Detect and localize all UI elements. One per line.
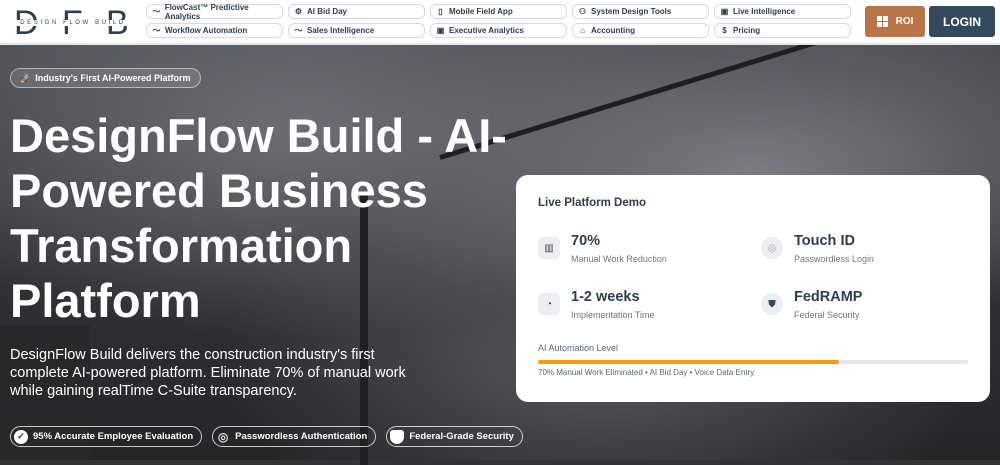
feature-label: Federal-Grade Security (409, 431, 514, 442)
feature-label: Passwordless Authentication (235, 431, 368, 442)
shield-icon: ⛊ (761, 293, 783, 315)
stat-value: Touch ID (794, 233, 855, 249)
shield-icon (390, 429, 405, 444)
automation-label: AI Automation Level (538, 343, 619, 353)
roi-button[interactable]: ROI (865, 6, 925, 37)
stat-touch-id: ◎ Touch ID Passwordless Login (761, 233, 874, 264)
nav-item-label: AI Bid Day (307, 7, 348, 16)
robot-icon: ⚙ (294, 7, 303, 16)
speedometer-icon: ◔ (538, 293, 560, 315)
logo[interactable]: D F B DESIGN FLOW BUILD (14, 4, 132, 42)
hero-title: DesignFlow Build - AI-Powered Business T… (10, 109, 507, 327)
rocket-icon: 🚀 (20, 72, 32, 83)
fingerprint-icon: ◎ (761, 237, 783, 259)
nav-item-ai-bid-day[interactable]: ⚙ AI Bid Day (288, 4, 425, 19)
feature-passwordless: ◎ Passwordless Authentication (212, 426, 377, 447)
nav-item-system-design-tools[interactable]: ⚇ System Design Tools (572, 4, 709, 19)
demo-title: Live Platform Demo (538, 197, 646, 209)
trend-icon: 〜 (152, 26, 161, 35)
stat-label: Passwordless Login (794, 254, 875, 264)
dollar-icon: $ (722, 26, 727, 35)
nav-item-pricing[interactable]: $ Pricing (714, 23, 851, 38)
roi-label: ROI (895, 16, 914, 27)
fingerprint-icon: ◎ (217, 429, 229, 444)
chart-icon: ▣ (720, 7, 729, 16)
stat-label: Federal Security (794, 310, 860, 320)
nav-item-live-intelligence[interactable]: ▣ Live Intelligence (714, 4, 851, 19)
nav-item-mobile-field-app[interactable]: ▯ Mobile Field App (430, 4, 567, 19)
nav-item-label: Accounting (591, 26, 635, 35)
automation-progress-fill (538, 360, 839, 364)
automation-note: 70% Manual Work Eliminated • AI Bid Day … (538, 368, 755, 377)
stat-fedramp: ⛊ FedRAMP Federal Security (761, 289, 862, 320)
stat-manual-work: ▥ 70% Manual Work Reduction (538, 233, 667, 264)
trend-icon: 〜 (152, 7, 161, 16)
live-demo-card: Live Platform Demo ▥ 70% Manual Work Reduc… (516, 175, 990, 402)
nav-item-sales-intelligence[interactable]: 〜 Sales Intelligence (288, 23, 425, 38)
nav-item-label: Live Intelligence (733, 7, 796, 16)
stat-value: FedRAMP (794, 289, 863, 305)
calculator-icon (876, 16, 888, 27)
stat-value: 1-2 weeks (571, 289, 640, 305)
nav-item-label: Pricing (733, 26, 761, 35)
mobile-icon: ▯ (438, 7, 443, 16)
chart-icon: ▣ (436, 26, 445, 35)
hero-description: DesignFlow Build delivers the constructi… (10, 347, 406, 399)
nav-item-workflow-automation[interactable]: 〜 Workflow Automation (146, 23, 283, 38)
check-circle-icon: ✓ (14, 429, 28, 444)
nav-item-executive-analytics[interactable]: ▣ Executive Analytics (430, 23, 567, 38)
hero-badge: 🚀 Industry's First AI-Powered Platform (10, 68, 201, 88)
main-nav: 〜 FlowCast™ Predictive Analytics ⚙ AI Bid D… (146, 2, 851, 38)
automation-progress (538, 360, 968, 364)
logo-tagline: DESIGN FLOW BUILD (14, 20, 132, 26)
users-cog-icon: ⚇ (578, 7, 587, 16)
nav-item-label: Executive Analytics (449, 26, 524, 35)
header: D F B DESIGN FLOW BUILD 〜FlowCast™ Predi… (0, 0, 1000, 45)
nav-item-label: Mobile Field App (449, 7, 513, 16)
feature-label: 95% Accurate Employee Evaluation (33, 431, 194, 442)
nav-item-label: FlowCast™ Predictive Analytics (164, 2, 249, 21)
nav-item-flowcast-predictive-analytics[interactable]: 〜 FlowCast™ Predictive Analytics (146, 2, 283, 21)
bank-icon: ⌂ (580, 26, 585, 35)
stat-implementation: ◔ 1-2 weeks Implementation Time (538, 289, 655, 320)
stat-label: Implementation Time (571, 310, 655, 320)
nav-item-label: Workflow Automation (165, 26, 248, 35)
hero-badge-label: Industry's First AI-Powered Platform (35, 73, 191, 83)
feature-employee-evaluation: ✓ 95% Accurate Employee Evaluation (10, 426, 203, 447)
login-button[interactable]: LOGIN (929, 6, 995, 37)
stat-label: Manual Work Reduction (571, 254, 667, 264)
nav-item-accounting[interactable]: ⌂ Accounting (572, 23, 709, 38)
bar-chart-icon: ▥ (538, 237, 560, 259)
stat-value: 70% (571, 233, 601, 249)
nav-item-label: System Design Tools (591, 7, 672, 16)
feature-list: ✓ 95% Accurate Employee Evaluation ◎ Passw… (10, 426, 523, 447)
nav-item-label: Sales Intelligence (307, 26, 375, 35)
feature-security: Federal-Grade Security (386, 426, 523, 447)
trend-icon: 〜 (294, 26, 303, 35)
